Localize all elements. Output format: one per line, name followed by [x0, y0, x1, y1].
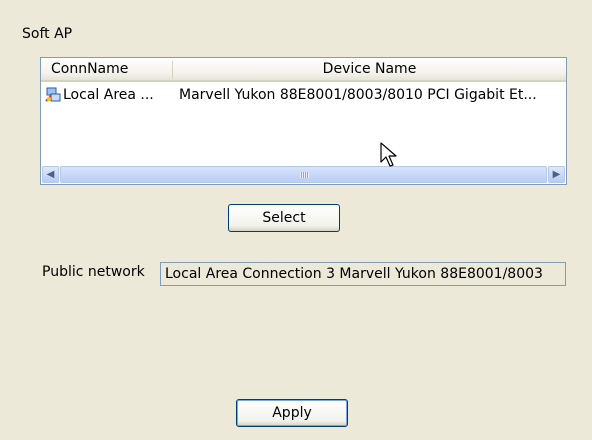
row-device-name: Marvell Yukon 88E8001/8003/8010 PCI Giga…: [179, 87, 537, 103]
soft-ap-group-label: Soft AP: [22, 26, 73, 42]
public-network-field[interactable]: Local Area Connection 3 Marvell Yukon 88…: [160, 262, 566, 286]
scrollbar-thumb[interactable]: [60, 166, 547, 183]
list-item[interactable]: Local Area ... Marvell Yukon 88E8001/800…: [41, 85, 566, 105]
horizontal-scrollbar[interactable]: ◀ ▶: [42, 166, 565, 183]
list-header: ConnName Device Name: [41, 58, 566, 82]
column-header-connname[interactable]: ConnName: [41, 61, 173, 79]
column-header-device-name[interactable]: Device Name: [173, 61, 566, 79]
select-button[interactable]: Select: [228, 204, 340, 232]
apply-button[interactable]: Apply: [236, 399, 348, 427]
scroll-left-icon[interactable]: ◀: [42, 166, 59, 183]
scrollbar-grip: [299, 172, 309, 178]
network-connection-icon: [45, 87, 61, 103]
public-network-label: Public network: [42, 264, 145, 280]
connection-list[interactable]: ConnName Device Name Local Area ... Marv…: [40, 57, 567, 185]
row-connname: Local Area ...: [63, 87, 154, 103]
scroll-right-icon[interactable]: ▶: [548, 166, 565, 183]
mouse-cursor-icon: [380, 142, 397, 167]
